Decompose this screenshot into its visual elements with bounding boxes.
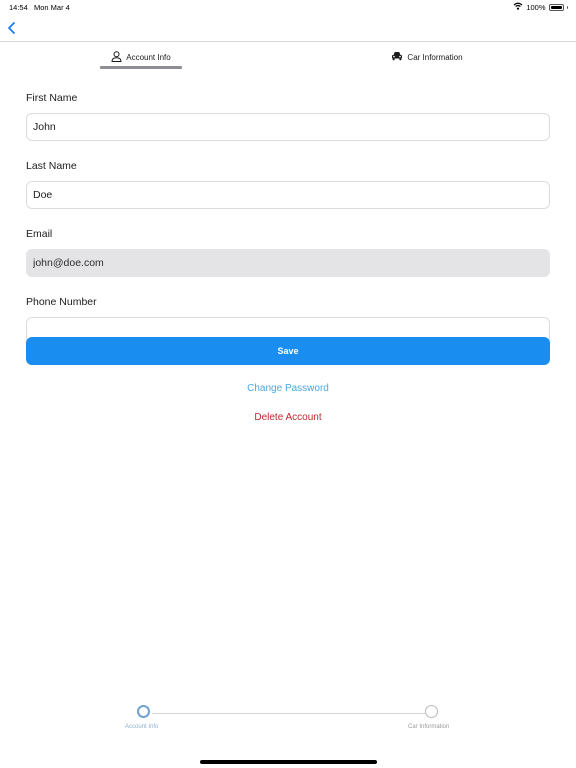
status-date: Mon Mar 4	[34, 3, 70, 12]
car-icon	[391, 51, 403, 63]
battery-icon	[548, 3, 564, 11]
wifi-icon	[513, 2, 523, 12]
chevron-left-icon	[4, 22, 22, 42]
status-bar: 14:54 Mon Mar 4 100%	[0, 0, 576, 14]
email-input	[26, 249, 550, 277]
progress-stepper: Account Info Car Information	[0, 704, 576, 744]
last-name-label: Last Name	[26, 160, 77, 172]
navigation-bar	[0, 14, 576, 42]
save-button[interactable]: Save	[26, 337, 550, 365]
account-form: First Name Last Name Email Phone Number	[26, 92, 550, 364]
change-password-button[interactable]: Change Password	[0, 382, 576, 395]
status-time: 14:54	[9, 3, 28, 12]
first-name-label: First Name	[26, 92, 78, 104]
active-tab-indicator	[100, 66, 182, 69]
step-account-info[interactable]	[137, 705, 150, 718]
step-car-information[interactable]	[425, 705, 438, 718]
person-icon	[111, 50, 122, 64]
status-indicators: 100%	[513, 2, 568, 12]
tab-bar: Account Info Car Information	[0, 42, 576, 72]
battery-percentage: 100%	[526, 2, 546, 12]
step-label-account-info: Account Info	[125, 724, 159, 730]
step-label-car-information: Car Information	[408, 724, 450, 730]
tab-car-information[interactable]: Car Information	[372, 42, 482, 72]
tab-label: Car Information	[407, 52, 463, 62]
back-button[interactable]	[4, 18, 22, 38]
last-name-input[interactable]	[26, 181, 550, 209]
battery-tip	[566, 5, 568, 9]
tab-label: Account Info	[126, 52, 171, 62]
phone-number-label: Phone Number	[26, 296, 97, 308]
first-name-input[interactable]	[26, 113, 550, 141]
delete-account-button[interactable]: Delete Account	[0, 411, 576, 424]
home-indicator	[200, 760, 377, 764]
email-label: Email	[26, 228, 53, 240]
stepper-line	[152, 713, 425, 714]
